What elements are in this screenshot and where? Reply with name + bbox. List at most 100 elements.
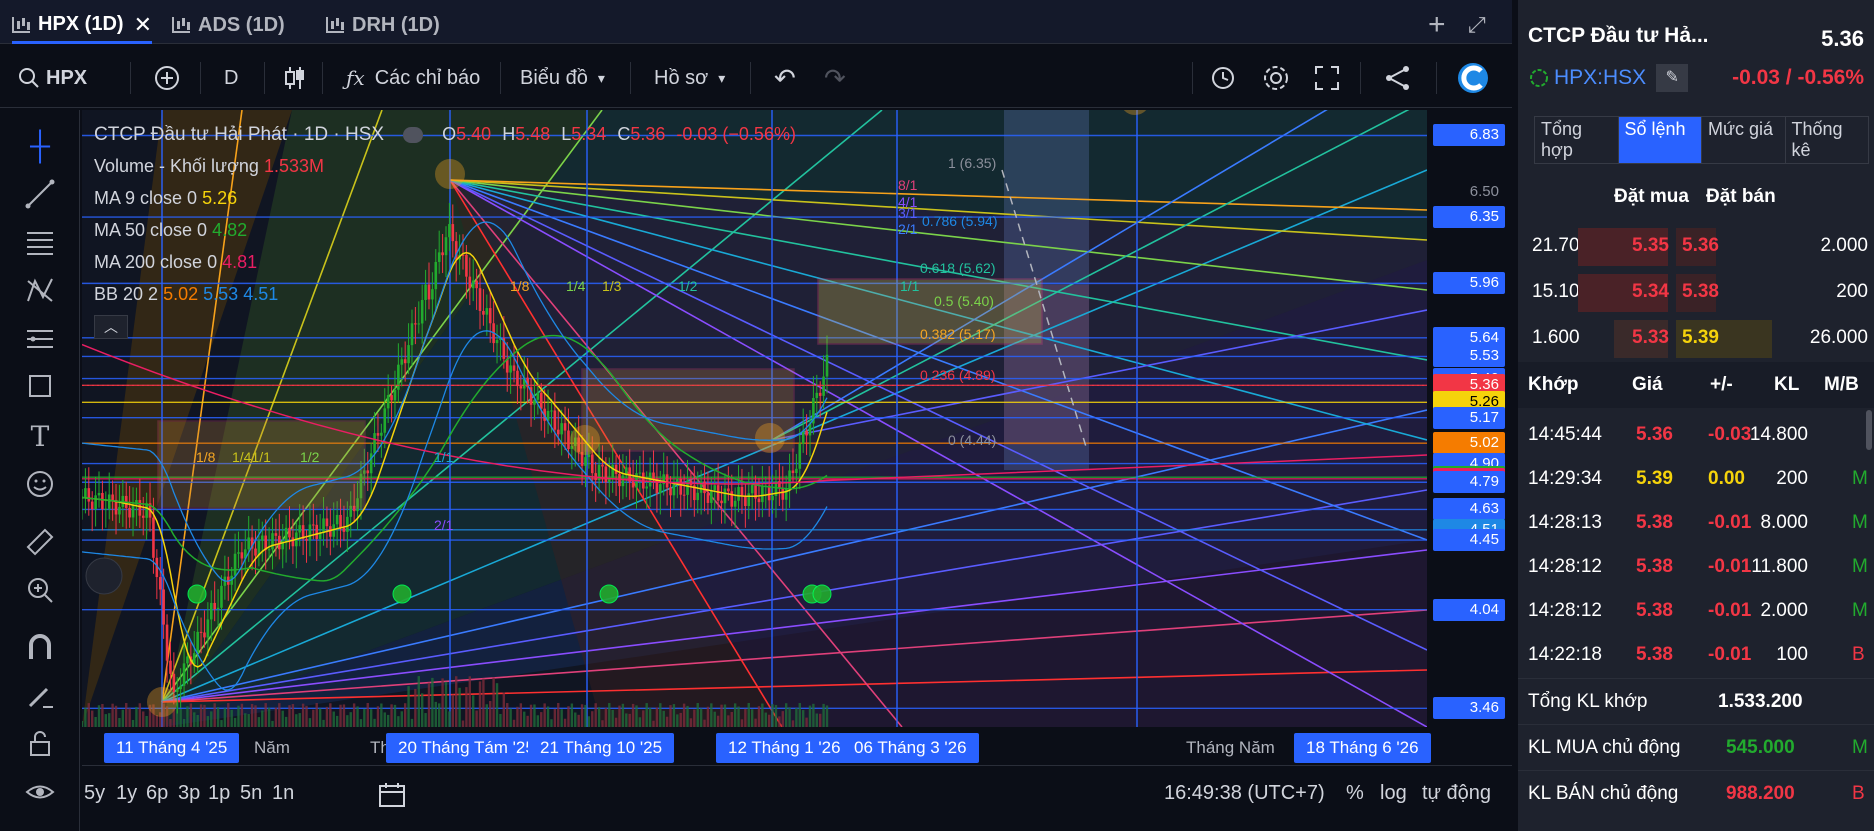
time-label: 21 Tháng 10 '25 [528, 733, 675, 763]
trade-row[interactable]: 14:45:44 5.36 -0.03 14.800 [1518, 412, 1858, 456]
candle-body [158, 577, 162, 590]
tab-drh[interactable]: DRH (1D) [326, 8, 440, 42]
close-icon[interactable]: ✕ [134, 12, 152, 38]
collapse-icon[interactable] [403, 127, 424, 144]
range-button-5y[interactable]: 5y [84, 782, 105, 805]
percent-toggle[interactable]: % [1346, 782, 1364, 805]
fib-icon[interactable] [20, 222, 60, 262]
ticker-label[interactable]: HPX:HSX [1554, 66, 1646, 90]
volume-bar [308, 718, 312, 727]
share-icon[interactable] [1384, 48, 1412, 108]
fullscreen-icon[interactable] [1314, 48, 1340, 108]
legend-ma200[interactable]: MA 200 close 0 4.81 [94, 246, 796, 278]
draw-mode-icon[interactable] [20, 676, 60, 716]
volume-bar [597, 707, 601, 727]
interval-button[interactable]: D [224, 48, 238, 108]
auto-scale-toggle[interactable]: tự động [1422, 782, 1491, 805]
volume-bar [672, 704, 676, 727]
volume-bar [716, 715, 720, 727]
last-price: 5.36 [1821, 26, 1864, 51]
trade-row[interactable]: 14:28:13 5.38 -0.01 8.000 M [1518, 500, 1868, 544]
rectangle-icon[interactable] [20, 366, 60, 406]
chart-type-dropdown[interactable]: Biểu đồ ▾ [520, 48, 605, 108]
expand-icon[interactable]: ⤢ [1468, 12, 1486, 38]
candles-type-button[interactable] [284, 48, 306, 108]
candle-body [373, 433, 376, 454]
range-button-1p[interactable]: 1p [208, 782, 230, 805]
range-button-1n[interactable]: 1n [272, 782, 294, 805]
trade-row[interactable]: 14:22:18 5.38 -0.01 100 B [1518, 632, 1865, 676]
tab-ads[interactable]: ADS (1D) [172, 8, 285, 42]
candle-body [94, 495, 97, 510]
redo-icon[interactable]: ↷ [824, 48, 846, 108]
profile-dropdown[interactable]: Hồ sơ ▾ [654, 48, 725, 108]
range-button-3p[interactable]: 3p [178, 782, 200, 805]
tab-summary[interactable]: Tổng hợp [1535, 117, 1619, 163]
orderbook-row[interactable]: 1.600 5.33 5.39 26.000 [1518, 316, 1874, 362]
trade-volume: 2.000 [1760, 600, 1808, 621]
legend-volume[interactable]: Volume - Khối lượng 1.533M [94, 150, 796, 182]
emoji-icon[interactable] [20, 464, 60, 504]
prediction-icon[interactable] [20, 318, 60, 358]
indicators-button[interactable]: ƒx Các chỉ báo [346, 48, 480, 108]
candle-body [346, 516, 349, 532]
trade-volume: 100 [1776, 644, 1808, 665]
scrollbar[interactable] [1866, 410, 1872, 450]
tab-hpx[interactable]: HPX (1D) ✕ [12, 8, 153, 44]
ruler-icon[interactable] [20, 522, 60, 562]
trade-change: -0.01 [1708, 512, 1752, 533]
orderbook-row[interactable]: 21.700 5.35 5.36 2.000 [1518, 224, 1874, 270]
settings-icon[interactable] [1262, 48, 1290, 108]
volume-bar [791, 720, 795, 727]
candle-body [128, 507, 131, 518]
tab-statistics[interactable]: Thống kê [1786, 117, 1869, 163]
trade-row[interactable]: 14:29:34 5.39 0.00 200 M [1518, 456, 1868, 500]
trade-change: 0.00 [1708, 468, 1745, 489]
range-button-1y[interactable]: 1y [116, 782, 137, 805]
price-axis-label: 4.79 [1433, 471, 1505, 494]
alert-clock-icon [1212, 67, 1234, 89]
chart-legend: CTCP Đầu tư Hải Phát · 1D · HSX O5.40 H5… [94, 118, 796, 342]
clock-display[interactable]: 16:49:38 (UTC+7) [1164, 782, 1325, 805]
zoom-in-icon[interactable] [20, 570, 60, 610]
symbol-input[interactable]: HPX [46, 67, 87, 90]
magnet-icon[interactable] [20, 628, 60, 668]
volume-bar [254, 705, 257, 727]
volume-bar [601, 720, 604, 727]
volume-bar [94, 716, 97, 727]
alert-icon[interactable] [1210, 48, 1238, 108]
candle-body [713, 485, 717, 491]
symbol-search[interactable]: HPX [18, 48, 87, 108]
trendline-icon[interactable] [20, 174, 60, 214]
price-axis[interactable]: 6.836.506.355.965.645.535.405.365.265.17… [1427, 110, 1512, 727]
undo-icon[interactable]: ↶ [774, 48, 796, 108]
pattern-icon[interactable] [20, 270, 60, 310]
compare-button[interactable] [154, 48, 180, 108]
trade-row[interactable]: 14:28:12 5.38 -0.01 11.800 M [1518, 544, 1868, 588]
log-toggle[interactable]: log [1380, 782, 1407, 805]
trade-row[interactable]: 14:28:12 5.38 -0.01 2.000 M [1518, 588, 1868, 632]
range-button-5n[interactable]: 5n [240, 782, 262, 805]
tab-price-levels[interactable]: Mức giá [1702, 117, 1786, 163]
crosshair-icon[interactable]: ┼ [20, 126, 60, 166]
volume-bar [349, 712, 352, 727]
ask-volume: 2.000 [1820, 235, 1868, 256]
add-tab-icon[interactable]: + [1428, 8, 1446, 42]
candle-body [312, 524, 315, 526]
tab-orderbook[interactable]: Sổ lệnh [1618, 117, 1702, 163]
lock-icon[interactable] [20, 724, 60, 764]
orderbook-row[interactable]: 15.100 5.34 5.38 200 [1518, 270, 1874, 316]
legend-ma50[interactable]: MA 50 close 0 4.82 [94, 214, 796, 246]
trades-col-time: Khớp [1528, 374, 1579, 395]
text-icon[interactable]: T [20, 416, 60, 456]
chevron-up-icon[interactable]: ︿ [94, 315, 128, 339]
company-name: CTCP Đầu tư Hả... [1528, 24, 1709, 47]
time-axis[interactable]: 11 Tháng 4 '25 Năm Tháng 7 20 Tháng Tám … [82, 727, 1512, 765]
legend-bb[interactable]: BB 20 2 5.02 5.53 4.51 [94, 278, 796, 310]
eye-icon[interactable] [20, 772, 60, 812]
date-range-icon[interactable] [378, 782, 406, 814]
edit-icon[interactable]: ✎ [1656, 64, 1689, 92]
candle-body [710, 490, 713, 503]
legend-ma9[interactable]: MA 9 close 0 5.26 [94, 182, 796, 214]
range-button-6p[interactable]: 6p [146, 782, 168, 805]
